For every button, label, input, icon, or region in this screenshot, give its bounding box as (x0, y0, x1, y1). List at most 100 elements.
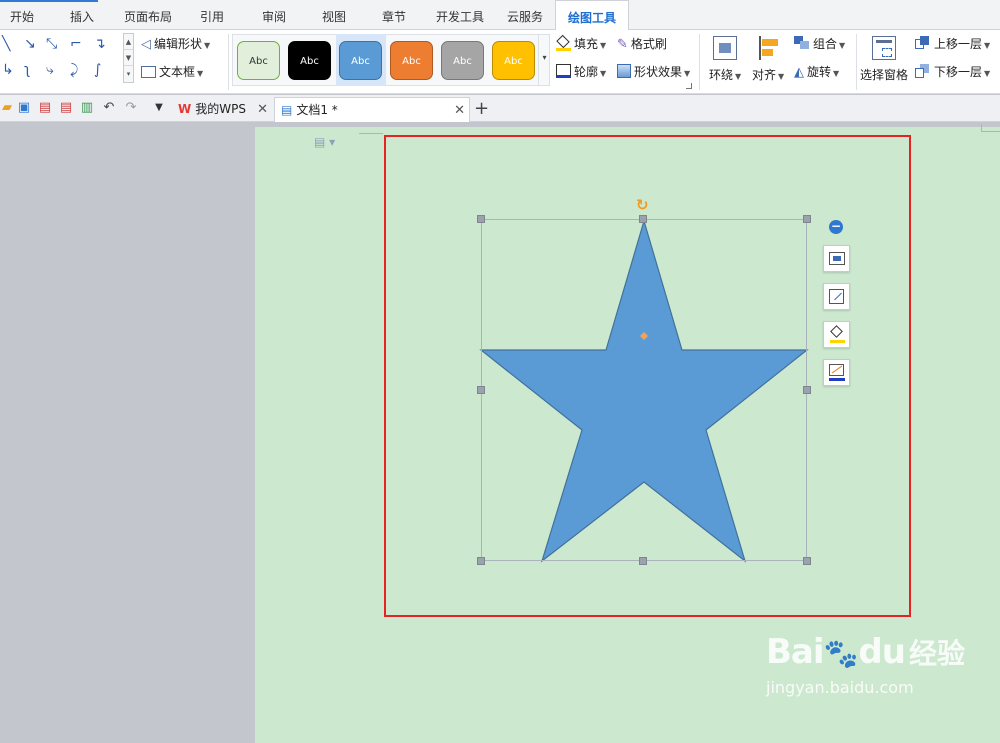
elbow-double-arrow-icon[interactable]: ↳ (2, 63, 14, 77)
send-backward-label: 下移一层 (934, 65, 983, 79)
wrap-label: 环绕 (709, 68, 734, 82)
shape-effects-button[interactable]: 形状效果 ▼ (617, 62, 690, 82)
chevron-down-icon: ▼ (684, 69, 691, 78)
ribbon-divider (856, 34, 857, 90)
style-swatch-orange[interactable]: Abc (390, 41, 433, 80)
tab-insert[interactable]: 插入 (60, 0, 104, 30)
curved-double-arrow-icon[interactable]: ⤸ (70, 63, 78, 77)
tab-view[interactable]: 视图 (312, 0, 356, 30)
style-swatch-gold[interactable]: Abc (492, 41, 535, 80)
format-painter-icon: ✎ (617, 37, 628, 52)
chevron-down-icon: ▼ (204, 41, 211, 50)
chevron-down-icon: ▼ (197, 69, 204, 78)
close-icon[interactable]: ✕ (454, 98, 465, 123)
chevron-down-icon: ▼ (600, 69, 607, 78)
wps-logo-icon: W (178, 102, 192, 116)
open-folder-icon[interactable]: ▰ (0, 101, 14, 115)
shape-effects-icon (617, 64, 631, 78)
wrap-text-button[interactable]: 环绕 ▼ (709, 36, 741, 83)
redo-icon[interactable]: ↷ (124, 101, 138, 115)
edit-shape-label: 编辑形状 (154, 37, 203, 51)
scroll-up-icon[interactable]: ▲ (124, 34, 133, 50)
format-painter-label: 格式刷 (630, 37, 667, 51)
edit-shape-button[interactable]: ◁ 编辑形状 ▼ (141, 34, 210, 54)
menu-tab-bar: 开始 插入 页面布局 引用 审阅 视图 章节 开发工具 云服务 绘图工具 (0, 0, 1000, 31)
quick-access-bar: ▰ ▣ ▤ ▤ ▥ ↶ ↷ ▼ W 我的WPS ✕ ▤ 文档1 * ✕ + (0, 95, 1000, 122)
tab-drawing-tools[interactable]: 绘图工具 (555, 0, 629, 31)
tab-references[interactable]: 引用 (190, 0, 234, 30)
curved-arrow-connector-icon[interactable]: ⤷ (46, 63, 54, 77)
outline-button[interactable]: 轮廓 ▼ (556, 62, 606, 82)
line-icon[interactable]: ╲ (2, 37, 10, 51)
gallery-expand-icon[interactable]: ▾ (124, 66, 133, 82)
export-pdf-icon[interactable]: ▤ (38, 101, 52, 115)
align-icon (756, 36, 781, 60)
text-box-icon (141, 66, 156, 78)
bring-forward-button[interactable]: 上移一层 ▼ (915, 34, 990, 54)
outline-label: 轮廓 (574, 65, 599, 79)
customize-toolbar-icon[interactable]: ▼ (152, 101, 166, 115)
wrap-text-icon (713, 36, 738, 60)
highlight-annotation-box (384, 135, 911, 617)
shape-effects-label: 形状效果 (634, 65, 683, 79)
tab-review[interactable]: 审阅 (252, 0, 296, 30)
styles-more-button[interactable]: ▾ (538, 34, 550, 86)
freeform-curve-icon[interactable]: ∫ (94, 63, 101, 77)
fill-label: 填充 (574, 37, 599, 51)
selection-pane-icon (872, 36, 896, 60)
paste-options-icon[interactable]: ▤ ▾ (314, 135, 335, 149)
elbow-arrow-connector-icon[interactable]: ↴ (94, 37, 106, 51)
style-swatch-gray[interactable]: Abc (441, 41, 484, 80)
watermark-url: jingyan.baidu.com (766, 678, 914, 697)
ribbon-divider (228, 34, 229, 90)
baidu-watermark: Bai🐾du 经验 jingyan.baidu.com (766, 632, 965, 697)
align-label: 对齐 (752, 68, 777, 82)
tab-document1[interactable]: ▤ 文档1 * ✕ (274, 97, 470, 122)
group-label: 组合 (813, 37, 838, 51)
tab-document1-label: 文档1 * (296, 103, 338, 117)
dialog-launcher-icon[interactable] (686, 83, 692, 89)
bring-forward-icon (915, 36, 931, 50)
new-tab-icon[interactable]: + (474, 95, 489, 122)
double-arrow-line-icon[interactable]: ⤡ (46, 37, 57, 51)
tab-chapter[interactable]: 章节 (372, 0, 416, 30)
send-backward-button[interactable]: 下移一层 ▼ (915, 62, 990, 82)
chevron-down-icon: ▼ (778, 72, 785, 81)
shape-gallery-scroll[interactable]: ▲ ▼ ▾ (123, 33, 134, 83)
group-button[interactable]: 组合 ▼ (794, 34, 845, 54)
ribbon-toolbar: ╲ ↘ ⤡ ⌐ ↴ ↳ ʅ ⤷ ⤸ ∫ ▲ ▼ ▾ ◁ 编辑形状 ▼ 文本框 ▼ Ab… (0, 30, 1000, 94)
paw-icon: 🐾 (823, 637, 859, 670)
align-button[interactable]: 对齐 ▼ (752, 36, 784, 83)
watermark-logo-text-2: du (858, 632, 906, 672)
style-swatch-light-green[interactable]: Abc (237, 41, 280, 80)
style-swatch-black[interactable]: Abc (288, 41, 331, 80)
text-box-button[interactable]: 文本框 ▼ (141, 62, 203, 82)
undo-icon[interactable]: ↶ (102, 101, 116, 115)
chevron-down-icon: ▼ (735, 72, 742, 81)
arrow-line-icon[interactable]: ↘ (24, 37, 36, 51)
scroll-down-icon[interactable]: ▼ (124, 50, 133, 66)
page-margin-marker (981, 124, 1000, 132)
tab-developer-tools[interactable]: 开发工具 (430, 0, 490, 30)
tab-cloud-services[interactable]: 云服务 (500, 0, 550, 30)
rotate-button[interactable]: ◭ 旋转 ▼ (794, 62, 839, 82)
elbow-connector-icon[interactable]: ⌐ (70, 37, 82, 51)
fill-button[interactable]: 填充 ▼ (556, 34, 606, 54)
fill-bucket-icon (556, 34, 571, 51)
tab-my-wps[interactable]: W 我的WPS ✕ (172, 97, 272, 122)
close-icon[interactable]: ✕ (257, 97, 268, 122)
print-icon[interactable]: ▤ (59, 101, 73, 115)
tab-start[interactable]: 开始 (0, 0, 44, 30)
tab-page-layout[interactable]: 页面布局 (118, 0, 178, 30)
format-painter-button[interactable]: ✎ 格式刷 (617, 34, 667, 54)
ribbon-divider (699, 34, 700, 90)
watermark-logo-text: Bai (766, 632, 825, 672)
print-preview-icon[interactable]: ▥ (80, 101, 94, 115)
selection-pane-label: 选择窗格 (860, 68, 909, 82)
style-swatch-blue[interactable]: Abc (339, 41, 382, 80)
selection-pane-button[interactable]: 选择窗格 (860, 36, 908, 83)
send-backward-icon (915, 64, 931, 78)
curved-connector-icon[interactable]: ʅ (24, 63, 30, 77)
save-icon[interactable]: ▣ (17, 101, 31, 115)
tab-my-wps-label: 我的WPS (195, 102, 246, 116)
